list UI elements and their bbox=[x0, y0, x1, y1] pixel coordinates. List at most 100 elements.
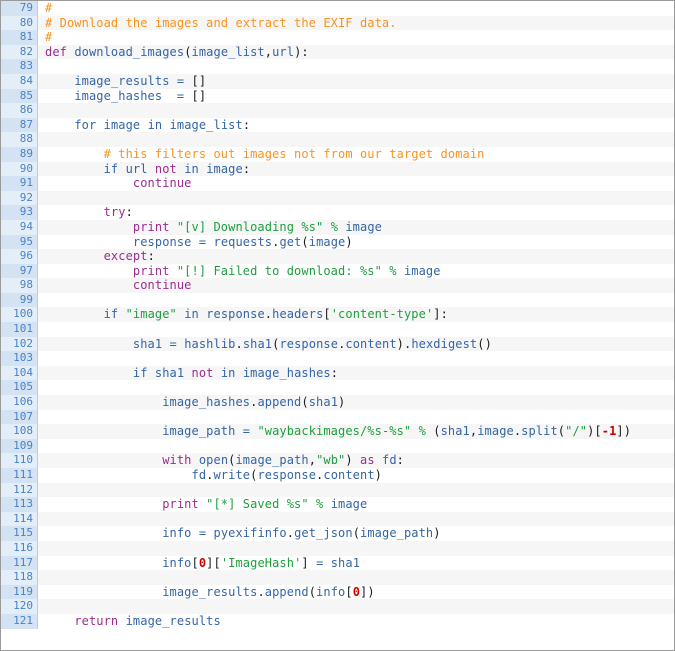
code-line-text[interactable]: def download_images(image_list,url): bbox=[37, 44, 674, 60]
code-line-text[interactable]: print "[*] Saved %s" % image bbox=[37, 497, 674, 512]
code-line-text[interactable]: if "image" in response.headers['content-… bbox=[37, 307, 674, 323]
code-token-string: 'ImageHash' bbox=[220, 555, 302, 570]
code-line-row[interactable]: 104 if sha1 not in image_hashes: bbox=[1, 365, 674, 381]
code-line-row[interactable]: 119 image_results.append(info[0]) bbox=[1, 584, 674, 600]
code-line-text[interactable] bbox=[37, 351, 674, 366]
code-token-punct: . bbox=[257, 584, 265, 599]
code-line-row[interactable]: 94 print "[v] Downloading %s" % image bbox=[1, 219, 674, 235]
code-token-name: image_hashes bbox=[74, 88, 163, 103]
code-line-text[interactable] bbox=[37, 59, 674, 74]
code-line-row[interactable]: 103 bbox=[1, 351, 674, 366]
code-line-text[interactable]: image_results = [] bbox=[37, 73, 674, 89]
code-line-row[interactable]: 115 info = pyexifinfo.get_json(image_pat… bbox=[1, 526, 674, 541]
code-line-text[interactable]: image_results.append(info[0]) bbox=[37, 584, 674, 600]
code-line-text[interactable]: if sha1 not in image_hashes: bbox=[37, 365, 674, 381]
code-line-row[interactable]: 120 bbox=[1, 599, 674, 614]
code-line-text[interactable] bbox=[37, 540, 674, 556]
code-token-string: "[v] Downloading %s" bbox=[176, 219, 324, 234]
code-line-row[interactable]: 98 continue bbox=[1, 278, 674, 293]
code-line-row[interactable]: 100 if "image" in response.headers['cont… bbox=[1, 307, 674, 323]
code-line-text[interactable]: continue bbox=[37, 278, 674, 293]
code-line-row[interactable]: 109 bbox=[1, 438, 674, 454]
code-token-punct: ( bbox=[301, 395, 309, 410]
code-line-row[interactable]: 116 bbox=[1, 540, 674, 556]
code-line-row[interactable]: 87 for image in image_list: bbox=[1, 117, 674, 133]
code-line-text[interactable]: try: bbox=[37, 205, 674, 220]
code-line-row[interactable]: 89 # this filters out images not from ou… bbox=[1, 146, 674, 162]
code-line-text[interactable] bbox=[37, 570, 674, 585]
code-line-text[interactable] bbox=[37, 190, 674, 206]
code-token-punct: ) bbox=[345, 453, 353, 468]
code-line-text[interactable]: image_path = "waybackimages/%s-%s" % (sh… bbox=[37, 424, 674, 439]
code-line-text[interactable]: info[0]['ImageHash'] = sha1 bbox=[37, 555, 674, 571]
code-line-text[interactable]: # this filters out images not from our t… bbox=[37, 146, 674, 162]
code-line-text[interactable]: # bbox=[37, 30, 674, 45]
code-line-text[interactable]: image_hashes.append(sha1) bbox=[37, 395, 674, 410]
code-line-row[interactable]: 121 return image_results bbox=[1, 613, 674, 629]
code-line-text[interactable]: # bbox=[37, 1, 674, 16]
code-line-text[interactable]: # Download the images and extract the EX… bbox=[37, 15, 674, 31]
code-line-row[interactable]: 81 # bbox=[1, 30, 674, 45]
code-line-text[interactable]: fd.write(response.content) bbox=[37, 468, 674, 483]
code-line-row[interactable]: 97 print "[!] Failed to download: %s" % … bbox=[1, 263, 674, 279]
code-line-row[interactable]: 80 # Download the images and extract the … bbox=[1, 15, 674, 31]
code-line-text[interactable] bbox=[37, 380, 674, 396]
code-line-row[interactable]: 117 info[0]['ImageHash'] = sha1 bbox=[1, 555, 674, 571]
code-line-row[interactable]: 82 def download_images(image_list,url): bbox=[1, 44, 674, 60]
code-token-name: image_results bbox=[125, 613, 221, 628]
code-line-text[interactable]: except: bbox=[37, 249, 674, 264]
code-line-text[interactable]: image_hashes = [] bbox=[37, 88, 674, 104]
code-line-text[interactable]: return image_results bbox=[37, 613, 674, 629]
code-line-row[interactable]: 110 with open(image_path,"wb") as fd: bbox=[1, 453, 674, 468]
code-line-row[interactable]: 93 try: bbox=[1, 205, 674, 220]
code-line-row[interactable]: 112 bbox=[1, 482, 674, 498]
code-line-row[interactable]: 79 # bbox=[1, 1, 674, 16]
code-line-text[interactable] bbox=[37, 511, 674, 527]
code-line-text[interactable] bbox=[37, 292, 674, 308]
code-line-row[interactable]: 113 print "[*] Saved %s" % image bbox=[1, 497, 674, 512]
code-line-row[interactable]: 88 bbox=[1, 132, 674, 147]
code-line-text[interactable] bbox=[37, 409, 674, 425]
code-line-text[interactable]: with open(image_path,"wb") as fd: bbox=[37, 453, 674, 468]
code-line-text[interactable]: response = requests.get(image) bbox=[37, 234, 674, 250]
code-line-text[interactable] bbox=[37, 132, 674, 147]
code-line-row[interactable]: 106 image_hashes.append(sha1) bbox=[1, 395, 674, 410]
code-line-text[interactable] bbox=[37, 438, 674, 454]
code-line-row[interactable]: 105 bbox=[1, 380, 674, 396]
code-line-row[interactable]: 84 image_results = [] bbox=[1, 73, 674, 89]
code-line-row[interactable]: 85 image_hashes = [] bbox=[1, 88, 674, 104]
code-line-row[interactable]: 92 bbox=[1, 190, 674, 206]
code-line-row[interactable]: 114 bbox=[1, 511, 674, 527]
code-line-text[interactable] bbox=[37, 482, 674, 498]
code-line-text[interactable]: print "[!] Failed to download: %s" % ima… bbox=[37, 263, 674, 279]
code-line-text[interactable]: if url not in image: bbox=[37, 161, 674, 177]
code-line-row[interactable]: 107 bbox=[1, 409, 674, 425]
code-line-row[interactable]: 86 bbox=[1, 103, 674, 118]
code-line-row[interactable]: 83 bbox=[1, 59, 674, 74]
code-token-punct: . bbox=[235, 336, 243, 351]
code-line-text[interactable]: for image in image_list: bbox=[37, 117, 674, 133]
line-number: 118 bbox=[1, 570, 38, 585]
code-line-row[interactable]: 90 if url not in image: bbox=[1, 161, 674, 177]
code-line-row[interactable]: 95 response = requests.get(image) bbox=[1, 234, 674, 250]
code-line-text[interactable] bbox=[37, 599, 674, 614]
code-line-row[interactable]: 96 except: bbox=[1, 249, 674, 264]
code-line-text[interactable]: continue bbox=[37, 176, 674, 191]
code-line-row[interactable]: 99 bbox=[1, 292, 674, 308]
code-line-row[interactable]: 118 bbox=[1, 570, 674, 585]
code-line-text[interactable] bbox=[37, 103, 674, 118]
code-line-row[interactable]: 102 sha1 = hashlib.sha1(response.content… bbox=[1, 336, 674, 352]
code-line-text[interactable]: sha1 = hashlib.sha1(response.content).he… bbox=[37, 336, 674, 352]
code-line-row[interactable]: 111 fd.write(response.content) bbox=[1, 468, 674, 483]
code-line-row[interactable]: 91 continue bbox=[1, 176, 674, 191]
code-line-text[interactable]: info = pyexifinfo.get_json(image_path) bbox=[37, 526, 674, 541]
code-line-text[interactable] bbox=[37, 322, 674, 337]
code-line-row[interactable]: 108 image_path = "waybackimages/%s-%s" %… bbox=[1, 424, 674, 439]
code-line-row[interactable]: 101 bbox=[1, 322, 674, 337]
code-line-text[interactable]: print "[v] Downloading %s" % image bbox=[37, 219, 674, 235]
